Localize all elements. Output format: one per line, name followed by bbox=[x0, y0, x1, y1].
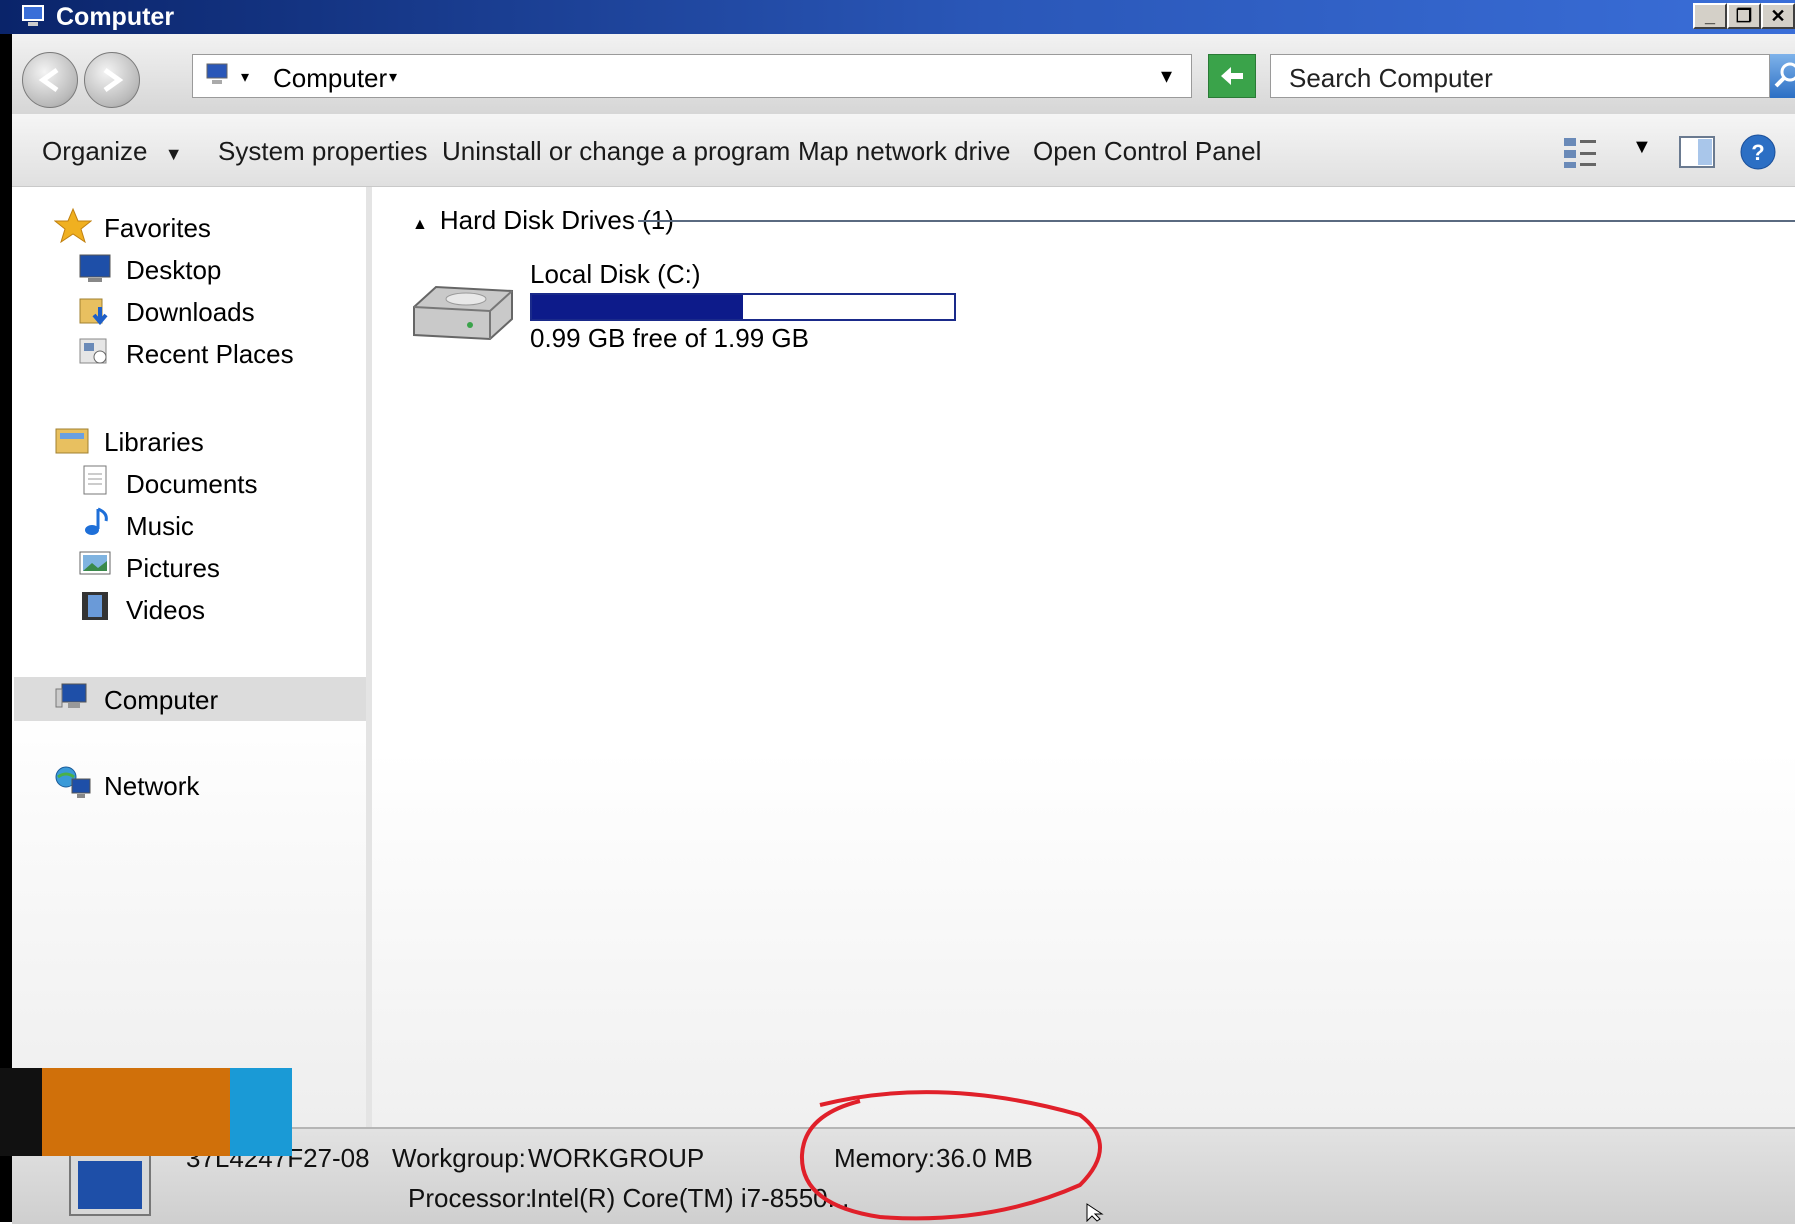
group-divider bbox=[638, 220, 1795, 222]
navigation-pane: Favorites Desktop Downloads Recent Place… bbox=[12, 187, 372, 1127]
nav-computer[interactable]: Computer bbox=[104, 685, 218, 716]
close-button[interactable]: ✕ bbox=[1761, 3, 1795, 29]
nav-recent-places[interactable]: Recent Places bbox=[126, 339, 294, 370]
search-input[interactable]: Search Computer bbox=[1270, 54, 1770, 98]
address-history-dropdown-icon[interactable]: ▾ bbox=[1161, 63, 1172, 89]
map-network-drive-button[interactable]: Map network drive bbox=[798, 136, 1010, 167]
drive-usage-bar bbox=[530, 293, 956, 321]
title-bar: Computer _ ❐ ✕ bbox=[0, 0, 1795, 34]
computer-icon bbox=[22, 5, 44, 26]
libraries-icon bbox=[55, 428, 89, 454]
annotation-circle bbox=[799, 1090, 1102, 1221]
network-icon bbox=[55, 766, 91, 798]
forward-arrow-icon bbox=[103, 67, 124, 93]
drive-free-space: 0.99 GB free of 1.99 GB bbox=[530, 323, 809, 353]
downloads-icon bbox=[79, 298, 108, 325]
search-button[interactable] bbox=[1770, 54, 1795, 98]
content-pane: ▲ Hard Disk Drives (1) Local Disk (C:) 0.… bbox=[372, 187, 1795, 1127]
videos-icon bbox=[82, 592, 108, 620]
workgroup-label: Workgroup: bbox=[392, 1143, 526, 1173]
drive-usage-fill bbox=[532, 295, 743, 319]
video-watermark-logo bbox=[0, 1068, 292, 1156]
back-button[interactable] bbox=[22, 52, 78, 108]
processor-label: Processor: bbox=[408, 1183, 533, 1213]
watermark-orange-segment bbox=[42, 1068, 230, 1156]
uninstall-program-button[interactable]: Uninstall or change a program bbox=[442, 136, 790, 167]
refresh-button[interactable] bbox=[1208, 54, 1256, 98]
music-note-icon bbox=[85, 507, 108, 535]
chevron-down-icon: ▼ bbox=[164, 144, 183, 164]
nav-desktop[interactable]: Desktop bbox=[126, 255, 221, 286]
nav-videos[interactable]: Videos bbox=[126, 595, 205, 626]
drive-name[interactable]: Local Disk (C:) bbox=[530, 259, 700, 290]
address-field[interactable]: ▾ Computer ▾ ▾ bbox=[192, 54, 1192, 98]
change-view-icon[interactable] bbox=[1562, 136, 1600, 170]
hard-drive-icon bbox=[413, 285, 513, 341]
workgroup-value: WORKGROUP bbox=[528, 1143, 705, 1173]
command-bar: Organize ▼ System properties Uninstall o… bbox=[12, 114, 1795, 187]
svg-text:?: ? bbox=[1751, 140, 1764, 165]
mouse-pointer-icon bbox=[1086, 1203, 1104, 1222]
nav-network[interactable]: Network bbox=[104, 771, 199, 802]
watermark-blue-segment bbox=[230, 1068, 292, 1156]
search-icon bbox=[1774, 62, 1795, 88]
preview-pane-icon[interactable] bbox=[1678, 134, 1716, 170]
system-properties-button[interactable]: System properties bbox=[218, 136, 428, 167]
nav-downloads[interactable]: Downloads bbox=[126, 297, 255, 328]
watermark-dark-segment bbox=[0, 1068, 42, 1156]
back-arrow-icon bbox=[38, 67, 59, 93]
computer-icon bbox=[206, 63, 228, 84]
breadcrumb-chevron-icon[interactable]: ▾ bbox=[241, 67, 249, 87]
desktop-icon bbox=[79, 254, 111, 282]
address-bar-row: ▾ Computer ▾ ▾ Search Computer bbox=[12, 34, 1795, 115]
breadcrumb-dropdown-icon[interactable]: ▾ bbox=[389, 67, 397, 87]
pictures-icon bbox=[79, 551, 111, 575]
computer-large-icon bbox=[69, 1154, 151, 1216]
computer-icon bbox=[55, 683, 87, 708]
organize-label: Organize bbox=[42, 136, 148, 166]
favorites-star-icon bbox=[54, 207, 92, 243]
view-options-dropdown-icon[interactable]: ▼ bbox=[1632, 136, 1652, 159]
open-control-panel-button[interactable]: Open Control Panel bbox=[1033, 136, 1261, 167]
minimize-button[interactable]: _ bbox=[1693, 3, 1727, 29]
recent-places-icon bbox=[79, 338, 107, 364]
nav-music[interactable]: Music bbox=[126, 511, 194, 542]
nav-favorites[interactable]: Favorites bbox=[104, 213, 211, 244]
collapse-arrow-icon[interactable]: ▲ bbox=[412, 216, 428, 233]
breadcrumb-computer[interactable]: Computer bbox=[273, 63, 387, 94]
nav-pictures[interactable]: Pictures bbox=[126, 553, 220, 584]
search-placeholder: Search Computer bbox=[1289, 63, 1493, 93]
help-icon[interactable]: ? bbox=[1738, 132, 1778, 172]
documents-icon bbox=[83, 465, 107, 495]
organize-button[interactable]: Organize ▼ bbox=[42, 136, 183, 167]
annotation-stroke bbox=[799, 1090, 1102, 1221]
group-header-hard-disk-drives[interactable]: ▲ Hard Disk Drives (1) bbox=[412, 205, 674, 236]
nav-libraries[interactable]: Libraries bbox=[104, 427, 204, 458]
restore-button[interactable]: ❐ bbox=[1727, 3, 1761, 29]
window-title: Computer bbox=[56, 3, 175, 31]
refresh-icon bbox=[1221, 67, 1243, 85]
nav-documents[interactable]: Documents bbox=[126, 469, 258, 500]
window-border bbox=[0, 34, 12, 1222]
forward-button[interactable] bbox=[84, 52, 140, 108]
